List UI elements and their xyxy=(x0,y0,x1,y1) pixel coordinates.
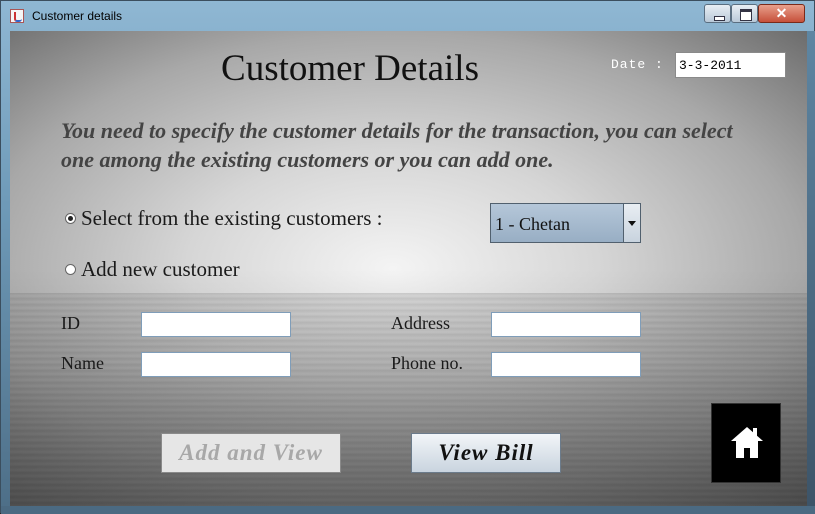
existing-customer-label: Select from the existing customers : xyxy=(81,206,383,230)
title-bar[interactable]: Customer details ✕ xyxy=(1,1,814,31)
address-label: Address xyxy=(391,313,450,333)
new-customer-label: Add new customer xyxy=(81,257,240,281)
java-app-icon xyxy=(10,9,24,23)
date-field[interactable]: 3-3-2011 xyxy=(675,52,786,78)
name-label: Name xyxy=(61,353,104,373)
window-border-right xyxy=(807,31,815,506)
customer-select-value: 1 - Chetan xyxy=(495,214,570,234)
date-label: Date : xyxy=(611,57,664,72)
new-customer-option[interactable]: Add new customer xyxy=(65,257,365,287)
window-title: Customer details xyxy=(32,9,123,23)
close-button[interactable]: ✕ xyxy=(758,4,805,23)
page-title: Customer Details xyxy=(221,48,479,89)
customer-details-window: Customer details ✕ Customer Details Date… xyxy=(0,0,815,514)
existing-customer-radio[interactable] xyxy=(65,213,76,224)
id-field[interactable] xyxy=(141,312,291,337)
add-and-view-button[interactable]: Add and View xyxy=(161,433,341,473)
home-button[interactable] xyxy=(711,403,781,483)
content-panel: Customer Details Date : 3-3-2011 You nee… xyxy=(10,31,807,506)
chevron-down-icon[interactable] xyxy=(623,204,640,242)
name-field[interactable] xyxy=(141,352,291,377)
existing-customer-option[interactable]: Select from the existing customers : xyxy=(65,206,465,236)
close-icon: ✕ xyxy=(775,5,788,21)
address-field[interactable] xyxy=(491,312,641,337)
id-label: ID xyxy=(61,313,80,333)
customer-select[interactable]: 1 - Chetan xyxy=(490,203,641,243)
new-customer-radio[interactable] xyxy=(65,264,76,275)
maximize-button[interactable] xyxy=(731,4,758,23)
view-bill-button[interactable]: View Bill xyxy=(411,433,561,473)
phone-field[interactable] xyxy=(491,352,641,377)
instructions-text: You need to specify the customer details… xyxy=(61,118,733,172)
phone-label: Phone no. xyxy=(391,353,463,373)
minimize-button[interactable] xyxy=(704,4,731,23)
